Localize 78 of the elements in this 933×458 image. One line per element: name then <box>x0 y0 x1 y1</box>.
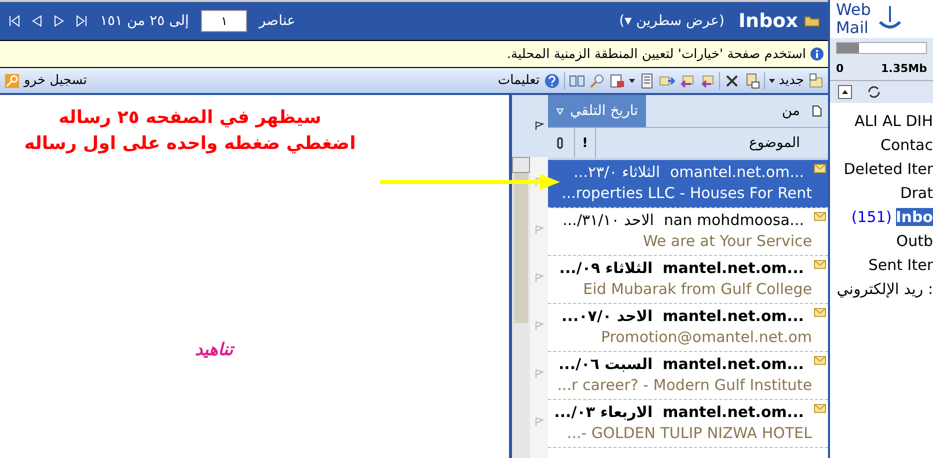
message-subject: ...- GOLDEN TULIP NIZWA HOTEL <box>566 424 812 444</box>
message-date: الاربعاء ٠٣/... <box>554 403 653 421</box>
folder-item[interactable]: Inbo <box>896 208 933 226</box>
folder-item[interactable]: Outb <box>896 232 933 250</box>
annotation-text: سيظهر في الصفحه ٢٥ رساله <box>58 106 322 130</box>
reply-all-icon[interactable] <box>678 72 695 88</box>
logo-text: Web <box>836 1 871 19</box>
importance-column-header[interactable]: ! <box>574 128 596 158</box>
folder-item[interactable]: Deleted Iter <box>844 160 933 178</box>
collapse-button[interactable] <box>838 85 852 99</box>
annotation-text: اضغطي ضغطه واحده على اول رساله <box>24 132 356 156</box>
help-icon[interactable] <box>544 72 560 88</box>
envelope-icon <box>814 164 826 173</box>
message-sender: mantel.net.om... <box>662 259 804 277</box>
message-date: الثلاثاء ٢٣/٠... <box>574 163 660 181</box>
message-sender: mantel.net.om... <box>662 307 804 325</box>
paperclip-icon[interactable] <box>556 137 564 149</box>
message-date: الاحد ٣١/١٠/... <box>562 211 654 229</box>
quota-min: 0 <box>836 62 844 75</box>
envelope-icon <box>814 308 826 317</box>
message-subject: We are at Your Service <box>642 232 812 252</box>
sort-icon <box>556 107 564 115</box>
envelope-icon <box>814 212 826 221</box>
folder-item[interactable]: ريد الإلكتروني : <box>836 280 933 298</box>
new-message-icon[interactable] <box>808 72 824 88</box>
from-column-header[interactable]: من <box>646 103 808 119</box>
message-sender: nan mohdmoosa... <box>664 211 804 229</box>
move-to-folder-icon[interactable] <box>744 72 760 88</box>
previous-page-icon[interactable] <box>30 14 44 28</box>
envelope-icon <box>814 404 826 413</box>
message-sender: mantel.net.om... <box>662 355 804 373</box>
message-subject: Eid Mubarak from Gulf College <box>583 280 812 300</box>
view-selector[interactable]: (عرض سطرين ▾) <box>619 13 724 29</box>
subject-column-header[interactable]: الموضوع <box>596 135 828 151</box>
caret-icon[interactable] <box>768 78 775 82</box>
folder-title: Inbox <box>738 10 798 32</box>
logo-text: Mail <box>836 19 870 37</box>
page-range: إلى ٢٥ من ١٥١ <box>100 13 189 29</box>
help-link[interactable]: تعليمات <box>498 73 540 88</box>
folder-item[interactable]: ALI AL DIH <box>854 112 933 130</box>
items-label: عناصر <box>258 13 296 29</box>
book-icon[interactable] <box>568 72 585 88</box>
folder-item[interactable]: Drat <box>900 184 933 202</box>
folder-icon <box>804 15 820 27</box>
folder-item[interactable]: Contac <box>880 136 933 154</box>
message-subject: Promotion@omantel.net.om <box>600 328 812 348</box>
document-icon[interactable] <box>608 72 625 88</box>
message-date: الاحد ٠٧/٠... <box>562 307 653 325</box>
refresh-icon[interactable] <box>866 84 882 100</box>
logout-link[interactable]: تسجيل خرو <box>24 73 87 88</box>
envelope-icon <box>814 356 826 365</box>
message-sender: mantel.net.om... <box>662 403 804 421</box>
unread-count: (151) <box>851 208 892 226</box>
message-sender: omantel.net.om... <box>670 163 804 181</box>
list-icon[interactable] <box>638 72 655 88</box>
message-subject: ...r career? - Modern Gulf Institute <box>557 376 812 396</box>
message-subject: ...roperties LLC - Houses For Rent <box>562 184 812 204</box>
first-page-icon[interactable] <box>8 14 22 28</box>
next-page-icon[interactable] <box>52 14 66 28</box>
document-icon <box>812 105 822 117</box>
delete-icon[interactable] <box>724 72 740 88</box>
date-column-header[interactable]: تاريخ التلقي <box>548 95 646 127</box>
message-date: السبت ٠٦/... <box>558 355 653 373</box>
quota-max: 1.35Mb <box>881 62 927 75</box>
caret-icon[interactable] <box>628 78 635 82</box>
info-icon <box>810 47 824 61</box>
up-arrow-icon <box>841 88 849 96</box>
search-icon[interactable] <box>588 72 605 88</box>
flag-icon[interactable] <box>534 121 544 131</box>
info-message: استخدم صفحة 'خيارات' لتعيين المنطقة الزمنية المحلية. <box>506 46 806 62</box>
page-number-field[interactable]: ١ <box>200 10 247 32</box>
last-page-icon[interactable] <box>74 14 88 28</box>
message-date: الثلاثاء ٠٩/... <box>559 259 653 277</box>
folder-item[interactable]: Sent Iter <box>868 256 933 274</box>
new-button[interactable]: جديد <box>778 73 804 88</box>
signature-text: تناهيد <box>195 340 234 360</box>
envelope-icon <box>814 260 826 269</box>
scroll-bar[interactable] <box>512 157 530 458</box>
